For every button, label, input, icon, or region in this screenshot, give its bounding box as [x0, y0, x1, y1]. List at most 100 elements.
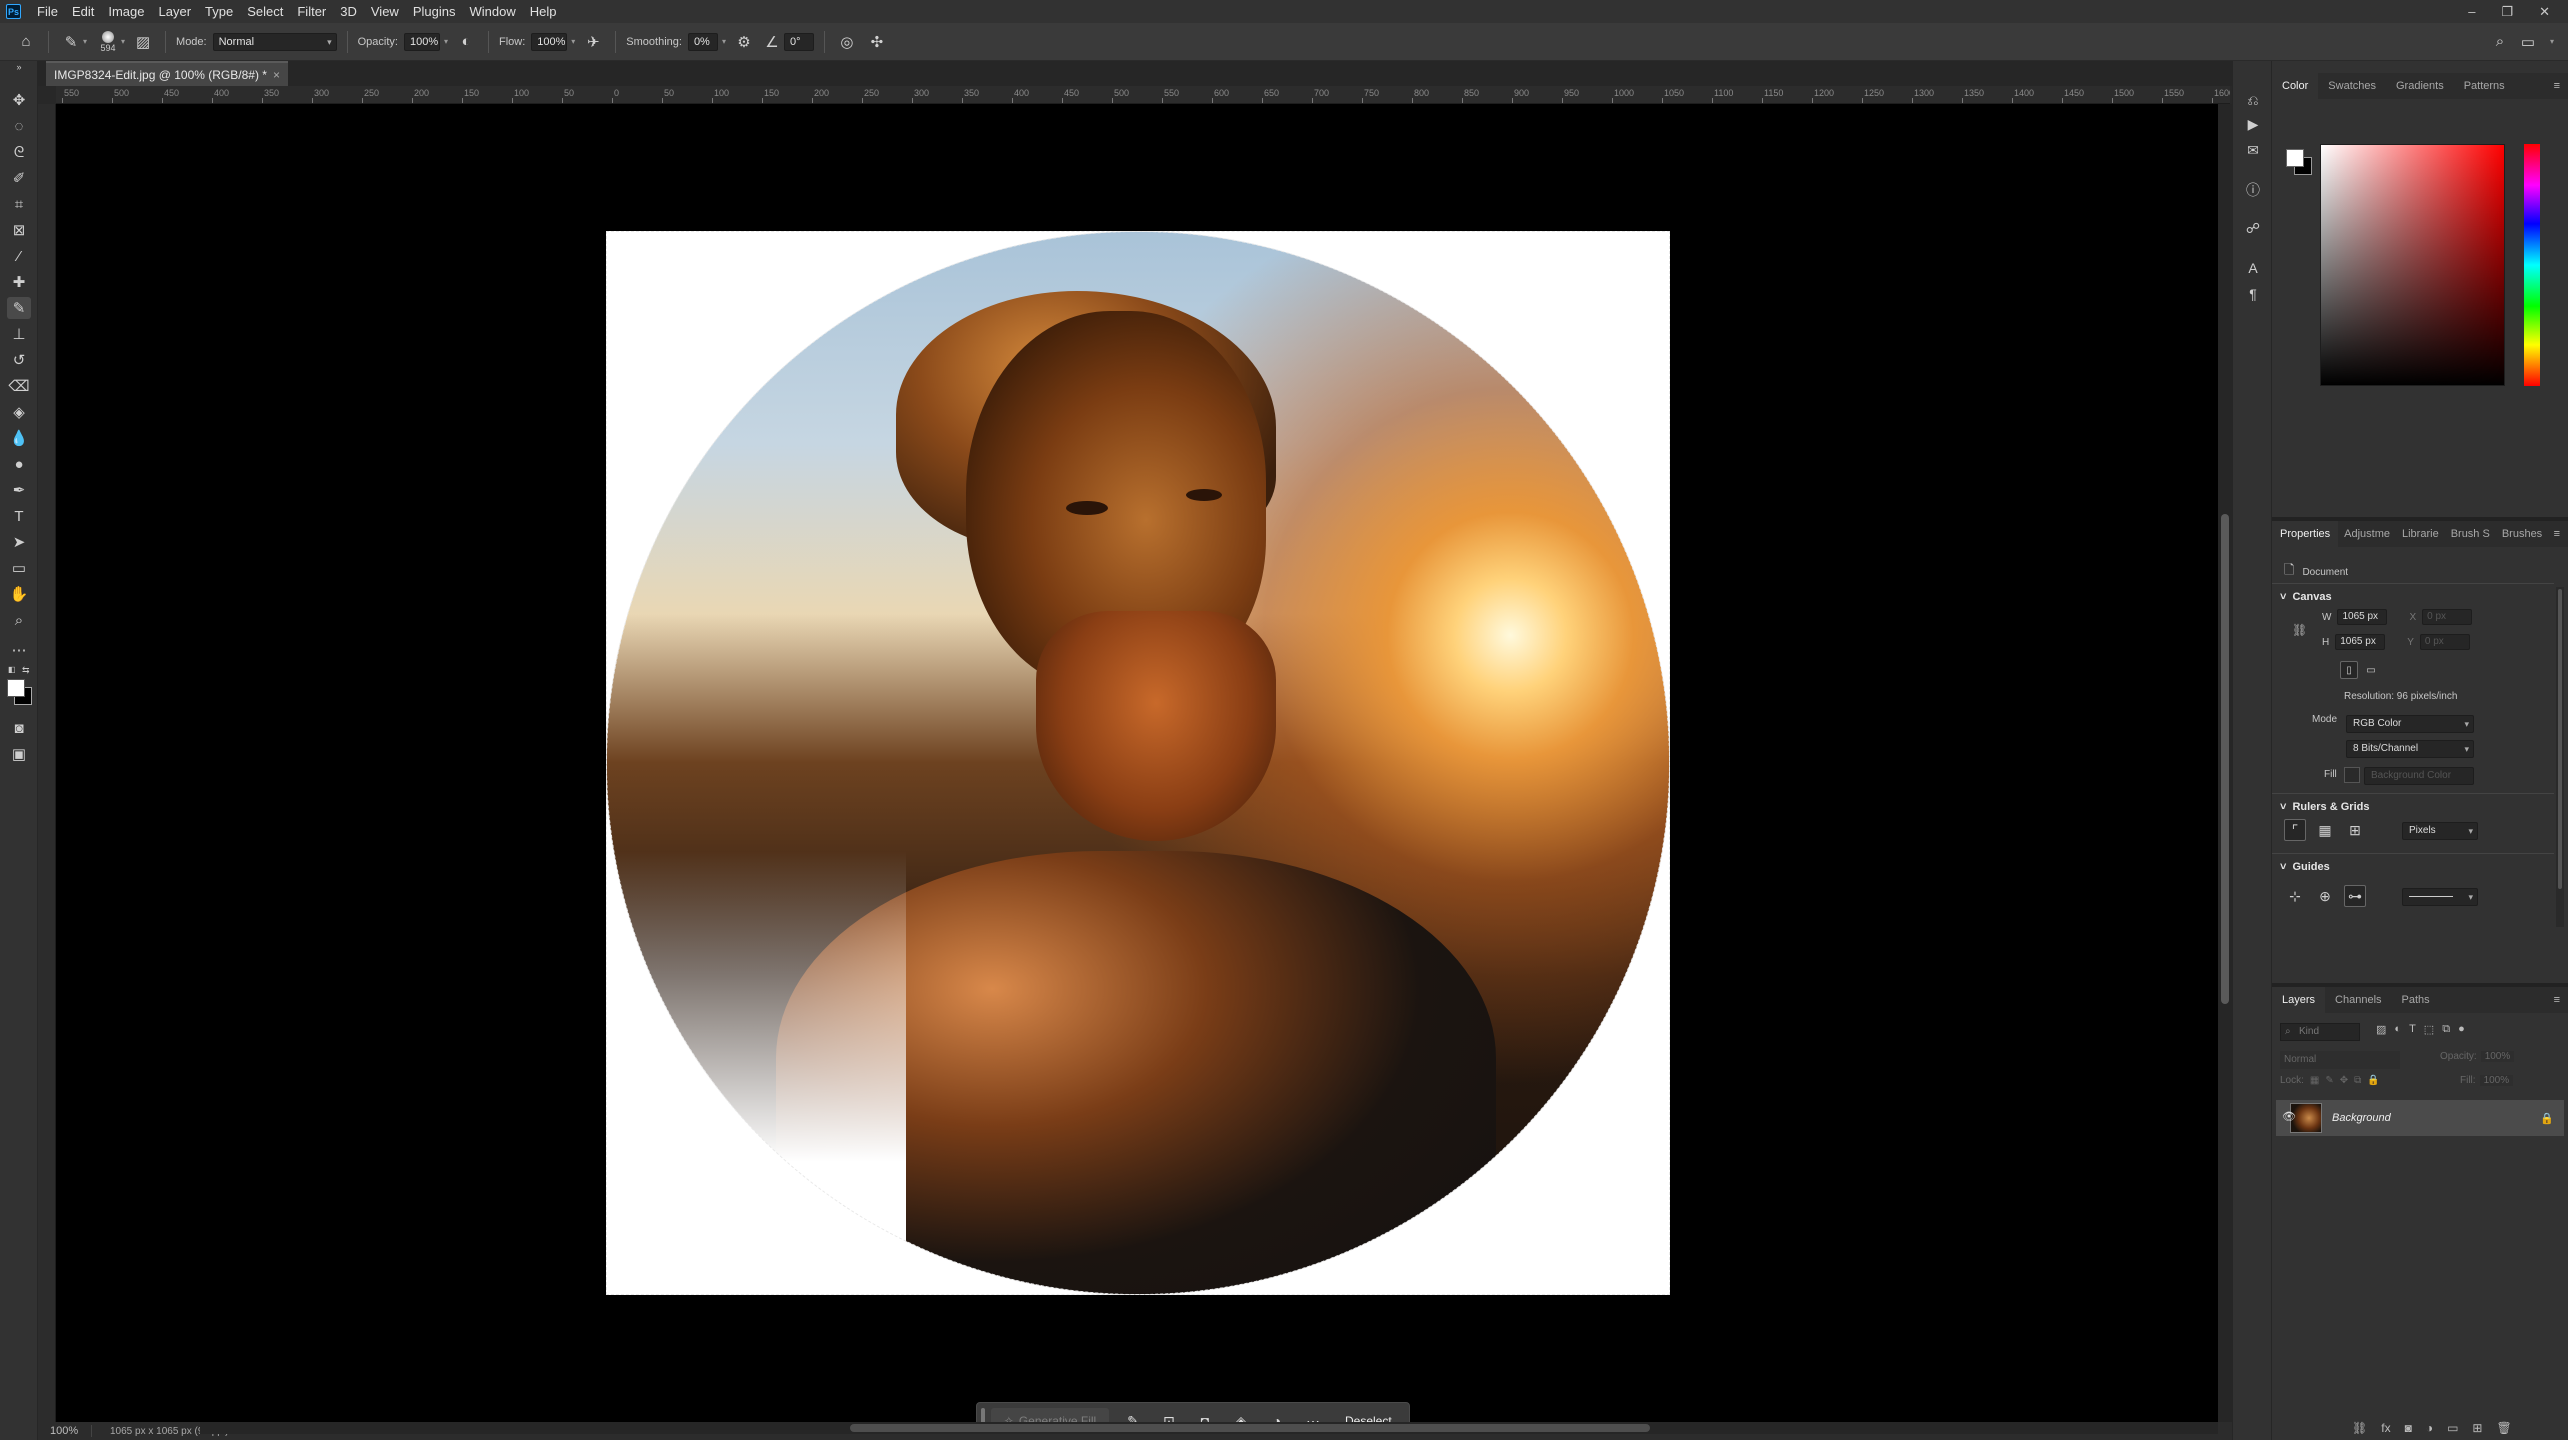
pressure-size-icon[interactable]: ◎ [835, 30, 859, 54]
new-adjustment-icon[interactable]: ◑ [2426, 1421, 2433, 1435]
tab-adjustments[interactable]: Adjustme [2338, 521, 2396, 547]
learn-icon[interactable]: ☍ [2241, 217, 2265, 239]
tab-properties[interactable]: Properties [2272, 521, 2339, 547]
pen-tool-icon[interactable]: ✒ [7, 479, 31, 501]
tab-brush-settings[interactable]: Brush S [2445, 521, 2496, 547]
guides-section-header[interactable]: ˅ Guides [2280, 861, 2330, 873]
blend-mode-select[interactable]: Normal [2280, 1051, 2400, 1069]
smoothing-gear-icon[interactable]: ⚙ [732, 30, 756, 54]
y-input[interactable]: 0 px [2419, 634, 2470, 650]
brush-size-picker[interactable]: 594 [97, 30, 119, 53]
fg-bg-swatches[interactable] [2284, 147, 2314, 177]
screen-mode-icon[interactable]: ▣ [7, 743, 31, 765]
canvas-section-header[interactable]: ˅ Canvas [2280, 591, 2332, 603]
menu-view[interactable]: View [364, 0, 406, 23]
zoom-tool-icon[interactable]: ⌕ [7, 609, 31, 631]
restore-button[interactable]: ❐ [2501, 4, 2513, 20]
symmetry-icon[interactable]: ✣ [865, 30, 889, 54]
zoom-level[interactable]: 100% [38, 1425, 92, 1437]
fill-input[interactable]: 100% [2479, 1075, 2514, 1086]
color-mode-select[interactable]: RGB Color ▾ [2346, 715, 2474, 733]
tab-color[interactable]: Color [2272, 73, 2319, 99]
new-group-icon[interactable]: ▭ [2447, 1421, 2458, 1435]
pixel-grid-toggle-icon[interactable]: ⊞ [2344, 819, 2366, 841]
move-tool-icon[interactable]: ✥ [7, 89, 31, 111]
eyedropper-tool-icon[interactable]: ⁄ [7, 245, 31, 267]
rectangle-tool-icon[interactable]: ▭ [7, 557, 31, 579]
brush-preset-icon[interactable]: ✎ [59, 30, 83, 54]
actions-icon[interactable]: ▶ [2241, 113, 2265, 135]
menu-3d[interactable]: 3D [333, 0, 364, 23]
delete-layer-icon[interactable]: 🗑 [2496, 1421, 2511, 1435]
layer-filter-input[interactable]: ⌕ Kind [2280, 1023, 2360, 1041]
frame-tool-icon[interactable]: ⊠ [7, 219, 31, 241]
tab-brushes[interactable]: Brushes [2496, 521, 2548, 547]
collapse-toolbar-icon[interactable]: » [7, 61, 31, 73]
canvas-area[interactable]: ✧ Generative Fill ✎ ⊡ ◘ ◈ ◑ ⋯ Deselect [56, 104, 2218, 1440]
lock-guides-icon[interactable]: ⊶ [2344, 885, 2366, 907]
eraser-tool-icon[interactable]: ⌫ [7, 375, 31, 397]
smoothing-field[interactable]: 0% [687, 32, 718, 51]
opacity-field[interactable]: 100% [403, 32, 440, 51]
menu-plugins[interactable]: Plugins [406, 0, 463, 23]
crop-tool-icon[interactable]: ⌗ [7, 193, 31, 215]
lock-transparent-icon[interactable]: ▦ [2310, 1075, 2319, 1086]
menu-filter[interactable]: Filter [290, 0, 333, 23]
healing-brush-tool-icon[interactable]: ✚ [7, 271, 31, 293]
chevron-down-icon[interactable]: ▾ [121, 37, 125, 46]
filter-toggle-icon[interactable]: ● [2458, 1023, 2465, 1036]
type-filter-icon[interactable]: T [2409, 1023, 2416, 1036]
menu-window[interactable]: Window [462, 0, 522, 23]
chevron-down-icon[interactable]: ▾ [83, 37, 87, 46]
guide-style-select[interactable]: ▾ [2402, 888, 2478, 906]
tab-patterns[interactable]: Patterns [2454, 73, 2515, 99]
history-brush-tool-icon[interactable]: ↺ [7, 349, 31, 371]
fill-swatch[interactable] [2344, 767, 2360, 783]
ruler-units-select[interactable]: Pixels ▾ [2402, 822, 2478, 840]
lock-artboard-icon[interactable]: ⧉ [2354, 1075, 2361, 1086]
link-icon[interactable]: ⛓ [2292, 623, 2307, 637]
horizontal-ruler[interactable]: 550 500 450 400 350 300 250 200 150 100 50 0 50 100 15… [56, 86, 2230, 104]
clone-stamp-tool-icon[interactable]: ⊥ [7, 323, 31, 345]
minimize-button[interactable]: – [2468, 4, 2475, 19]
vertical-scrollbar[interactable] [2218, 104, 2232, 1422]
adjustment-filter-icon[interactable]: ◐ [2394, 1023, 2401, 1036]
height-input[interactable]: 1065 px [2335, 634, 2386, 650]
default-colors-icon[interactable]: ◧ [8, 665, 18, 675]
visibility-eye-icon[interactable]: 👁 [2282, 1110, 2296, 1123]
lasso-tool-icon[interactable]: ᘓ [7, 141, 31, 163]
opacity-input[interactable]: 100% [2480, 1051, 2515, 1062]
ruler-toggle-icon[interactable]: ⌜ [2284, 819, 2306, 841]
grid-toggle-icon[interactable]: ▦ [2314, 819, 2336, 841]
rulers-grids-section-header[interactable]: ˅ Rulers & Grids [2280, 801, 2369, 813]
character-icon[interactable]: A [2241, 257, 2265, 279]
tab-swatches[interactable]: Swatches [2318, 73, 2386, 99]
foreground-color-swatch[interactable] [7, 679, 25, 697]
marquee-tool-icon[interactable]: ◌ [7, 115, 31, 137]
new-guide-icon[interactable]: ⊕ [2314, 885, 2336, 907]
search-icon[interactable]: ⌕ [2488, 30, 2512, 54]
menu-help[interactable]: Help [523, 0, 564, 23]
menu-select[interactable]: Select [240, 0, 290, 23]
tab-channels[interactable]: Channels [2325, 987, 2391, 1013]
panel-menu-icon[interactable]: ≡ [2554, 528, 2568, 540]
type-tool-icon[interactable]: T [7, 505, 31, 527]
paint-bucket-tool-icon[interactable]: ◈ [7, 401, 31, 423]
flow-field[interactable]: 100% [531, 32, 568, 51]
menu-edit[interactable]: Edit [65, 0, 101, 23]
brush-settings-panel-icon[interactable]: ▨ [131, 30, 155, 54]
quick-mask-icon[interactable]: ◙ [7, 717, 31, 739]
new-layer-icon[interactable]: ⊞ [2472, 1421, 2482, 1435]
more-tools-icon[interactable]: ⋯ [7, 639, 31, 661]
tab-layers[interactable]: Layers [2272, 987, 2326, 1013]
chevron-down-icon[interactable]: ▾ [722, 37, 726, 46]
hand-tool-icon[interactable]: ✋ [7, 583, 31, 605]
history-icon[interactable]: ⎌ [2241, 89, 2265, 111]
tab-paths[interactable]: Paths [2392, 987, 2440, 1013]
chevron-down-icon[interactable]: ▾ [2550, 37, 2554, 46]
document-image[interactable] [606, 231, 1670, 1295]
pressure-opacity-icon[interactable]: ◐ [454, 30, 478, 54]
airbrush-icon[interactable]: ✈ [581, 30, 605, 54]
menu-image[interactable]: Image [101, 0, 151, 23]
swap-colors-icon[interactable]: ⇆ [22, 665, 32, 675]
